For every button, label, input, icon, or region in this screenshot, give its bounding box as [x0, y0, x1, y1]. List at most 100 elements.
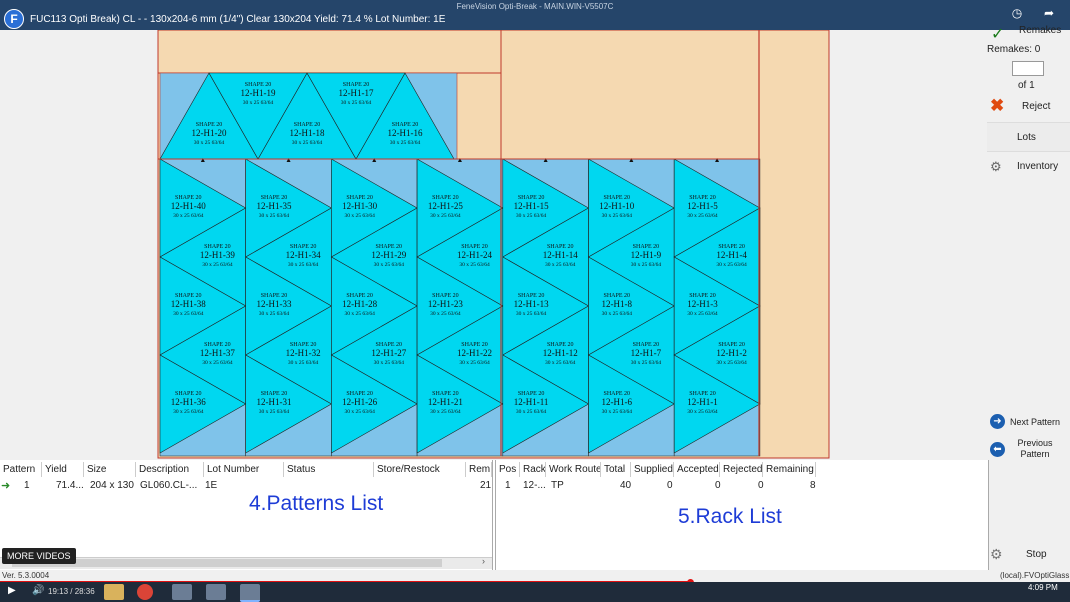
piece-size-label: 30 x 25 63/64 — [374, 360, 405, 366]
app-icon-3[interactable] — [240, 584, 260, 602]
reject-icon: ✖ — [990, 96, 1005, 115]
piece-id-label: 12-H1-13 — [514, 299, 549, 309]
job-info: FUC113 Opti Break) CL - - 130x204-6 mm (… — [30, 14, 446, 25]
rack-rejected-cell: 0 — [758, 480, 764, 491]
reject-label: Reject — [1022, 101, 1051, 112]
title-bar: FeneVision Opti-Break - MAIN.WIN-V5507C … — [0, 0, 1070, 30]
lot-number-cell: 1E — [205, 480, 218, 491]
piece-size-label: 30 x 25 63/64 — [430, 213, 461, 219]
piece-size-label: 30 x 25 63/64 — [344, 311, 375, 317]
piece-id-label: 12-H1-39 — [200, 250, 235, 260]
piece-size-label: 30 x 25 63/64 — [602, 311, 633, 317]
stop-button[interactable]: ⚙ Stop — [987, 545, 1070, 567]
app-icon-1[interactable] — [172, 584, 192, 600]
app-title: FeneVision Opti-Break - MAIN.WIN-V5507C — [456, 2, 614, 11]
piece-id-label: 12-H1-8 — [602, 299, 633, 309]
piece-size-label: 30 x 25 63/64 — [202, 262, 233, 268]
remakes-icon: ✓ — [991, 26, 1005, 43]
chrome-icon[interactable] — [137, 584, 153, 600]
piece-id-label: 12-H1-15 — [514, 201, 549, 211]
clock: 4:09 PM — [1028, 583, 1058, 592]
next-pattern-button[interactable]: ➜ Next Pattern — [987, 414, 1070, 432]
lots-button[interactable]: Lots — [987, 122, 1070, 152]
piece-size-label: 30 x 25 63/64 — [344, 213, 375, 219]
piece-size-label: 30 x 25 63/64 — [602, 213, 633, 219]
pattern-cell: 1 — [24, 480, 30, 491]
previous-arrow-icon: ⬅ — [990, 442, 1005, 457]
rack-accepted-cell: 0 — [715, 480, 721, 491]
patterns-list-overlay-label: 4.Patterns List — [249, 492, 384, 515]
rack-supplied-cell: 0 — [667, 480, 673, 491]
previous-pattern-button[interactable]: ⬅ Previous Pattern — [987, 438, 1070, 462]
piece-id-label: 12-H1-31 — [256, 397, 291, 407]
piece-id-label: 12-H1-27 — [371, 348, 406, 358]
piece-size-label: 30 x 25 63/64 — [430, 311, 461, 317]
piece-id-label: 12-H1-18 — [290, 128, 325, 138]
taskbar: ▶ 🔊 19:13 / 28:36 4:09 PM — [0, 582, 1070, 602]
more-videos-button[interactable]: MORE VIDEOS — [2, 548, 76, 564]
current-row-arrow-icon: ➜ — [1, 480, 11, 492]
size-cell: 204 x 130 — [90, 480, 134, 491]
piece-id-label: 12-H1-34 — [286, 250, 321, 260]
piece-size-label: 30 x 25 63/64 — [631, 262, 662, 268]
piece-id-label: 12-H1-17 — [339, 88, 374, 98]
piece-id-label: 12-H1-21 — [428, 397, 463, 407]
piece-size-label: 30 x 25 63/64 — [687, 213, 718, 219]
piece-id-label: 12-H1-19 — [241, 88, 276, 98]
piece-id-label: 12-H1-40 — [171, 201, 206, 211]
lists-area: Pattern Yield Size Description Lot Numbe… — [0, 460, 989, 570]
stop-label: Stop — [1026, 549, 1047, 560]
app-logo-icon: F — [4, 9, 24, 29]
volume-icon[interactable]: 🔊 — [32, 585, 44, 596]
piece-size-label: 30 x 25 63/64 — [173, 213, 204, 219]
patterns-row[interactable]: ➜ 1 71.4... 204 x 130 GL060.CL-... 1E 21 — [0, 460, 492, 496]
piece-id-label: 12-H1-9 — [631, 250, 662, 260]
piece-id-label: 12-H1-2 — [716, 348, 747, 358]
piece-size-label: 30 x 25 63/64 — [545, 262, 576, 268]
of-label: of 1 — [1018, 80, 1035, 91]
piece-size-label: 30 x 25 63/64 — [716, 262, 747, 268]
app-icon-2[interactable] — [206, 584, 226, 600]
right-panel: ✓ Remakes Remakes: 0 of 1 ✖ Reject Lots … — [987, 25, 1070, 570]
glass-sheet-layout: SHAPE 2012-H1-2030 x 25 63/64SHAPE 2012-… — [157, 30, 830, 459]
rack-remaining-cell: 8 — [810, 480, 816, 491]
play-icon[interactable]: ▶ — [8, 585, 16, 596]
server-label: (local).FVOptiGlass — [1000, 571, 1070, 580]
inventory-button[interactable]: ⚙ Inventory — [987, 158, 1070, 176]
inventory-icon: ⚙ — [990, 159, 1002, 174]
stop-icon: ⚙ — [990, 546, 1003, 562]
rack-work-route-cell: TP — [551, 480, 564, 491]
piece-size-label: 30 x 25 63/64 — [516, 409, 547, 415]
piece-size-label: 30 x 25 63/64 — [292, 140, 323, 146]
piece-size-label: 30 x 25 63/64 — [390, 140, 421, 146]
next-pattern-label: Next Pattern — [1010, 417, 1061, 427]
piece-id-label: 12-H1-10 — [599, 201, 634, 211]
scroll-right-icon[interactable]: › — [482, 556, 485, 566]
cutting-layout-canvas: SHAPE 20 12-H1-20 30 x 25 63/64 SHAPE 20 12-… — [0, 30, 987, 460]
piece-size-label: 30 x 25 63/64 — [602, 409, 633, 415]
piece-id-label: 12-H1-7 — [631, 348, 662, 358]
piece-id-label: 12-H1-12 — [543, 348, 578, 358]
piece-size-label: 30 x 25 63/64 — [173, 409, 204, 415]
piece-id-label: 12-H1-29 — [371, 250, 406, 260]
piece-size-label: 30 x 25 63/64 — [259, 213, 290, 219]
piece-size-label: 30 x 25 63/64 — [716, 360, 747, 366]
piece-id-label: 12-H1-30 — [342, 201, 377, 211]
piece-size-label: 30 x 25 63/64 — [459, 262, 490, 268]
piece-id-label: 12-H1-22 — [457, 348, 492, 358]
rack-list-overlay-label: 5.Rack List — [678, 505, 782, 528]
previous-pattern-label: Previous Pattern — [1017, 438, 1053, 459]
lots-label: Lots — [1017, 132, 1036, 143]
scrollbar-thumb[interactable] — [12, 559, 442, 567]
remakes-button[interactable]: ✓ Remakes — [987, 20, 1070, 43]
reject-button[interactable]: ✖ Reject — [987, 96, 1070, 116]
piece-size-label: 30 x 25 63/64 — [194, 140, 225, 146]
file-explorer-icon[interactable] — [104, 584, 124, 600]
piece-id-label: 12-H1-33 — [256, 299, 291, 309]
piece-id-label: 12-H1-25 — [428, 201, 463, 211]
piece-id-label: 12-H1-23 — [428, 299, 463, 309]
piece-id-label: 12-H1-36 — [171, 397, 206, 407]
remake-number-input[interactable] — [1012, 61, 1044, 76]
rack-row[interactable]: 1 12-... TP 40 0 0 0 8 — [496, 460, 988, 496]
video-time: 19:13 / 28:36 — [48, 587, 95, 596]
